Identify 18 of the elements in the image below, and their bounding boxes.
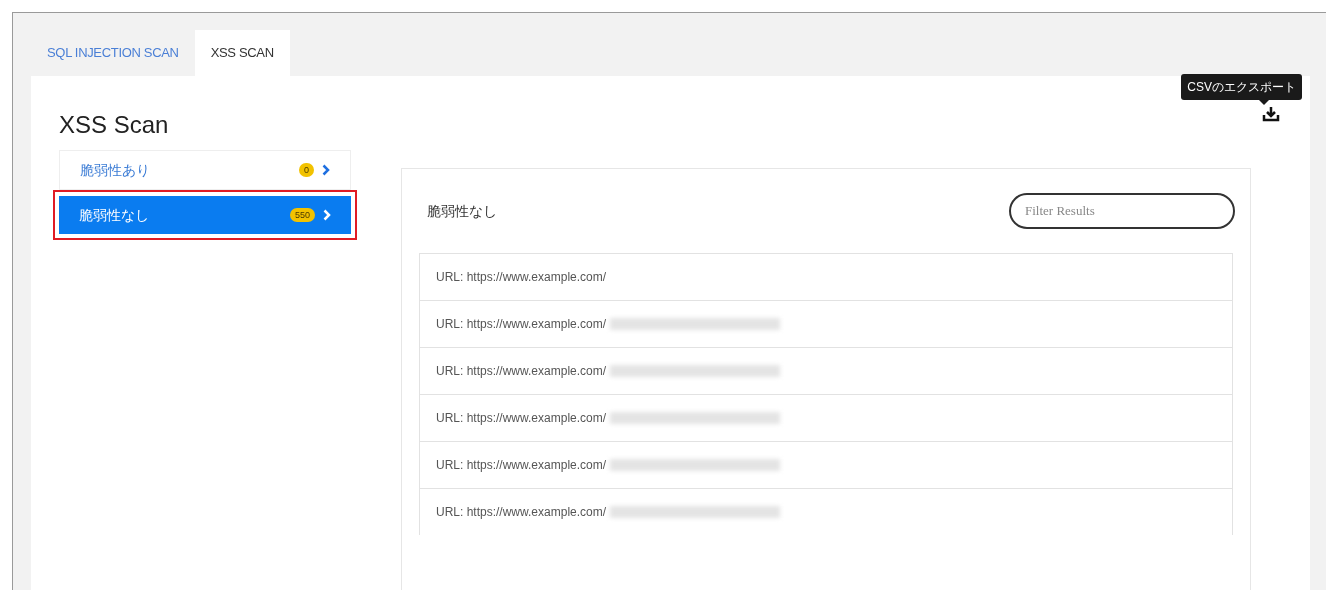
result-row[interactable]: URL: https://www.example.com/ bbox=[419, 253, 1233, 300]
results-heading: 脆弱性なし bbox=[426, 201, 497, 221]
result-row[interactable]: URL: https://www.example.com/ bbox=[419, 488, 1233, 535]
result-row[interactable]: URL: https://www.example.com/ bbox=[419, 300, 1233, 347]
result-row[interactable]: URL: https://www.example.com/ bbox=[419, 441, 1233, 488]
tab[interactable]: XSS SCAN bbox=[194, 30, 290, 76]
tooltip-pointer bbox=[1259, 100, 1270, 105]
result-row[interactable]: URL: https://www.example.com/ bbox=[419, 347, 1233, 394]
category-item[interactable]: 脆弱性なし 550 bbox=[59, 196, 351, 234]
download-icon[interactable] bbox=[1262, 106, 1280, 122]
chevron-right-icon bbox=[322, 164, 330, 176]
page-title: XSS Scan bbox=[59, 110, 169, 140]
result-row[interactable]: URL: https://www.example.com/ bbox=[419, 394, 1233, 441]
tab[interactable]: SQL INJECTION SCAN bbox=[31, 30, 195, 76]
count-badge: 0 bbox=[299, 163, 314, 177]
chevron-right-icon bbox=[323, 209, 331, 221]
count-badge: 550 bbox=[289, 208, 315, 222]
filter-field[interactable]: Filter Results bbox=[1009, 193, 1235, 229]
